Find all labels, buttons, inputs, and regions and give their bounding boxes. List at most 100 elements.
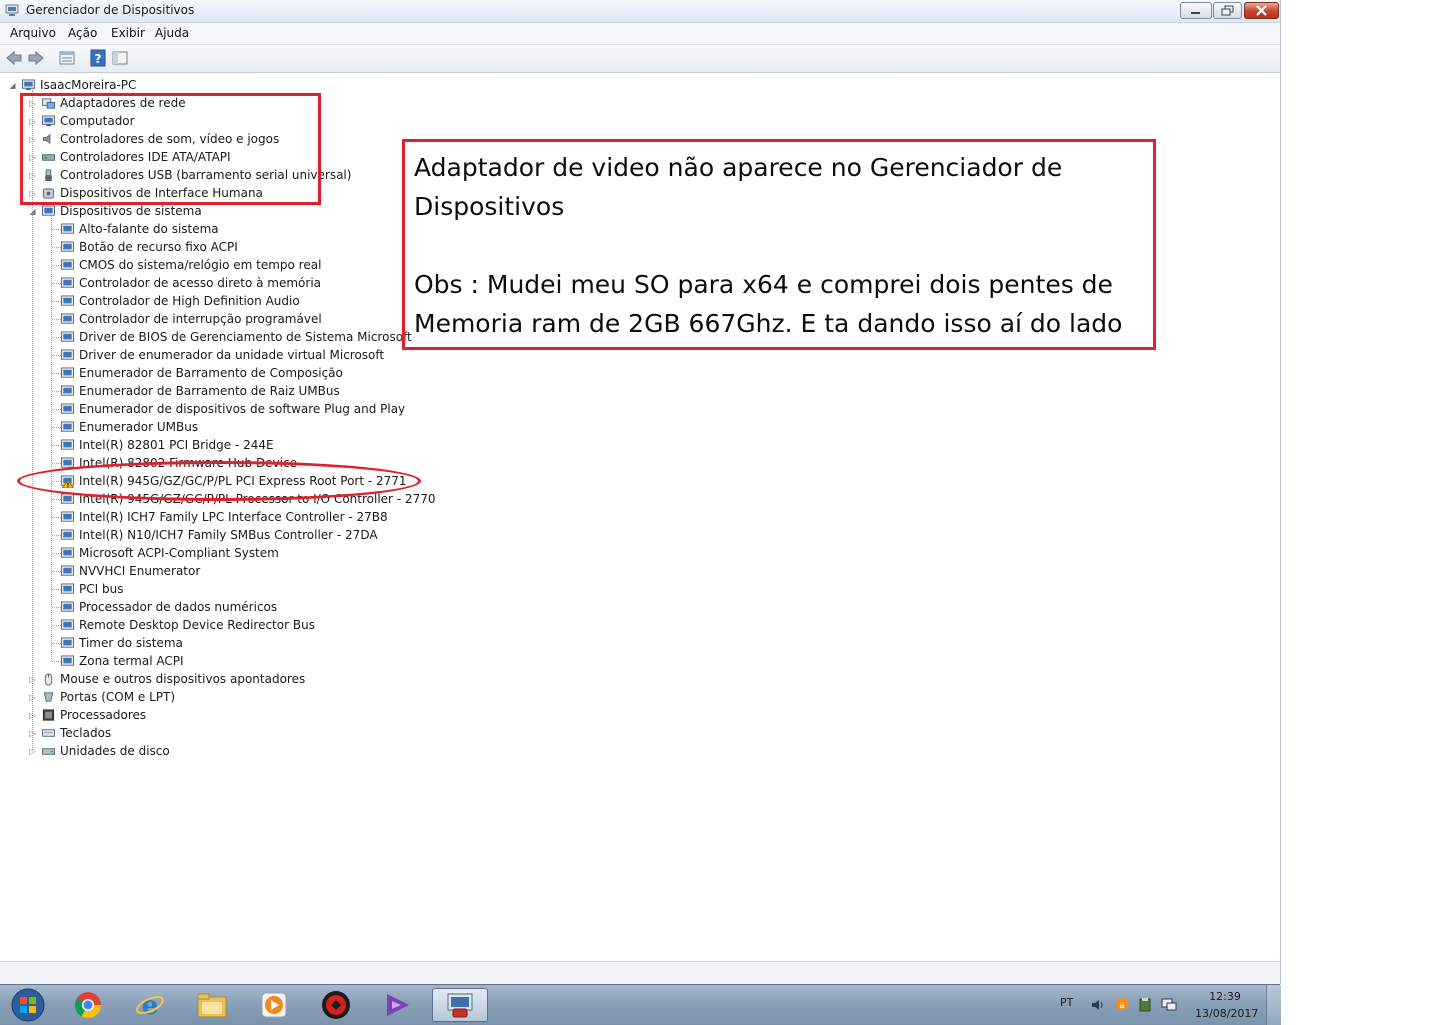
tree-device-item[interactable]: Controlador de interrupção programável	[47, 310, 322, 328]
tree-device-item[interactable]: NVVHCI Enumerator	[47, 562, 200, 580]
tree-connector	[52, 337, 61, 338]
system-device-icon	[61, 402, 74, 414]
tree-connector	[52, 535, 61, 536]
system-device-icon	[61, 312, 74, 324]
taskbar-ie[interactable]: e	[122, 988, 178, 1022]
collapse-arrow-icon[interactable]: ◢	[8, 81, 17, 90]
expand-arrow-icon[interactable]: ▷	[28, 711, 37, 720]
tree-node-label: Enumerador de dispositivos de software P…	[79, 402, 406, 416]
taskbar-chrome[interactable]	[60, 988, 116, 1022]
expand-arrow-icon[interactable]: ▷	[28, 747, 37, 756]
tree-node-label: Enumerador de Barramento de Raiz UMBus	[79, 384, 340, 398]
tree-category[interactable]: ▷ Mouse e outros dispositivos apontadores	[28, 670, 305, 688]
tree-device-item[interactable]: Controlador de High Definition Audio	[47, 292, 300, 310]
expand-arrow-icon[interactable]: ▷	[28, 693, 37, 702]
close-icon	[1256, 5, 1267, 16]
tree-device-item[interactable]: Alto-falante do sistema	[47, 220, 219, 238]
tree-device-item[interactable]: CMOS do sistema/relógio em tempo real	[47, 256, 321, 274]
taskbar-visual-studio[interactable]	[370, 988, 426, 1022]
tree-device-item[interactable]: Enumerador de dispositivos de software P…	[47, 400, 405, 418]
tree-node-label: Enumerador UMBus	[79, 420, 199, 434]
minimize-icon	[1191, 12, 1200, 14]
tree-device-item[interactable]: Timer do sistema	[47, 634, 183, 652]
tree-device-item[interactable]: Botão de recurso fixo ACPI	[47, 238, 238, 256]
tree-device-item[interactable]: Intel(R) 82801 PCI Bridge - 244E	[47, 436, 274, 454]
tree-device-item[interactable]: Enumerador de Barramento de Composição	[47, 364, 343, 382]
tray-clock-date[interactable]: 13/08/2017	[1195, 1007, 1258, 1020]
taskbar-media-player[interactable]	[246, 988, 302, 1022]
system-device-icon	[61, 240, 74, 252]
properties-pane-icon[interactable]	[111, 49, 129, 67]
menu-ajuda[interactable]: Ajuda	[155, 26, 189, 40]
tree-device-item[interactable]: Microsoft ACPI-Compliant System	[47, 544, 279, 562]
tree-connector	[52, 247, 61, 248]
taskbar-device-manager[interactable]	[432, 988, 488, 1022]
system-device-icon	[61, 420, 74, 432]
tree-device-item[interactable]: Zona termal ACPI	[47, 652, 184, 670]
tray-language[interactable]: PT	[1060, 996, 1073, 1009]
taskbar-red-app[interactable]	[308, 988, 364, 1022]
network-tray-icon[interactable]	[1161, 997, 1177, 1012]
tree-device-item[interactable]: Intel(R) ICH7 Family LPC Interface Contr…	[47, 508, 388, 526]
tree-connector	[52, 373, 61, 374]
start-button[interactable]	[0, 988, 56, 1022]
properties-view-icon[interactable]	[58, 49, 76, 67]
avast-tray-icon[interactable]: a	[1115, 997, 1129, 1011]
tree-category[interactable]: ▷ Teclados	[28, 724, 111, 742]
close-button[interactable]	[1244, 2, 1279, 19]
tree-device-item[interactable]: Remote Desktop Device Redirector Bus	[47, 616, 315, 634]
minimize-button[interactable]	[1180, 2, 1212, 19]
tree-category[interactable]: ▷ Portas (COM e LPT)	[28, 688, 175, 706]
svg-text:?: ?	[95, 52, 102, 66]
red-app-icon	[322, 991, 350, 1019]
tree-device-item[interactable]: Enumerador de Barramento de Raiz UMBus	[47, 382, 340, 400]
disk-drive-icon	[42, 747, 55, 755]
tree-category[interactable]: ▷ Processadores	[28, 706, 146, 724]
title-bar[interactable]: Gerenciador de Dispositivos	[0, 0, 1280, 23]
menu-acao[interactable]: Ação	[68, 26, 97, 40]
tree-device-item[interactable]: Controlador de acesso direto à memória	[47, 274, 321, 292]
restore-button[interactable]	[1213, 2, 1242, 19]
expand-arrow-icon[interactable]: ▷	[28, 675, 37, 684]
tree-connector	[52, 391, 61, 392]
tree-node-label: Unidades de disco	[60, 744, 170, 758]
help-icon[interactable]: ?	[89, 49, 107, 67]
tree-connector	[52, 319, 61, 320]
tree-node-label: Processadores	[60, 708, 147, 722]
highlight-rectangle	[20, 93, 321, 205]
tree-node-label: Timer do sistema	[79, 636, 183, 650]
clipboard-tray-icon[interactable]	[1138, 997, 1152, 1012]
tree-root-computer[interactable]: ◢ IsaacMoreira-PC	[8, 76, 136, 94]
tree-device-item[interactable]: Driver de enumerador da unidade virtual …	[47, 346, 384, 364]
menu-arquivo[interactable]: Arquivo	[10, 26, 56, 40]
tray-clock-time[interactable]: 12:39	[1200, 990, 1250, 1003]
tree-connector	[52, 625, 61, 626]
tree-connector	[52, 445, 61, 446]
tree-node-label: Controlador de High Definition Audio	[79, 294, 300, 308]
tree-device-item[interactable]: Intel(R) N10/ICH7 Family SMBus Controlle…	[47, 526, 378, 544]
annotation-line-2: Obs : Mudei meu SO para x64 e comprei do…	[414, 270, 1123, 338]
volume-icon[interactable]	[1090, 998, 1104, 1012]
system-device-icon	[61, 366, 74, 378]
tree-connector	[52, 517, 61, 518]
processor-icon	[42, 708, 55, 721]
system-device-icon	[42, 204, 55, 216]
forward-arrow-icon[interactable]	[27, 49, 45, 67]
menu-exibir[interactable]: Exibir	[111, 26, 145, 40]
tree-node-label: Alto-falante do sistema	[79, 222, 219, 236]
tree-connector-line	[51, 216, 52, 661]
show-desktop-button[interactable]	[1266, 985, 1281, 1025]
taskbar-explorer[interactable]	[184, 988, 240, 1022]
tree-device-item[interactable]: Enumerador UMBus	[47, 418, 198, 436]
expand-arrow-icon[interactable]: ▷	[28, 729, 37, 738]
tree-node-label: Botão de recurso fixo ACPI	[79, 240, 238, 254]
tree-device-item[interactable]: Driver de BIOS de Gerenciamento de Siste…	[47, 328, 412, 346]
system-device-icon	[61, 600, 74, 612]
tree-device-item[interactable]: Processador de dados numéricos	[47, 598, 277, 616]
toolbar: ?	[0, 45, 1280, 73]
back-arrow-icon[interactable]	[5, 49, 23, 67]
device-manager-icon	[447, 993, 473, 1018]
system-device-icon	[61, 294, 74, 306]
tree-category[interactable]: ▷ Unidades de disco	[28, 742, 170, 760]
window-title: Gerenciador de Dispositivos	[26, 3, 195, 17]
